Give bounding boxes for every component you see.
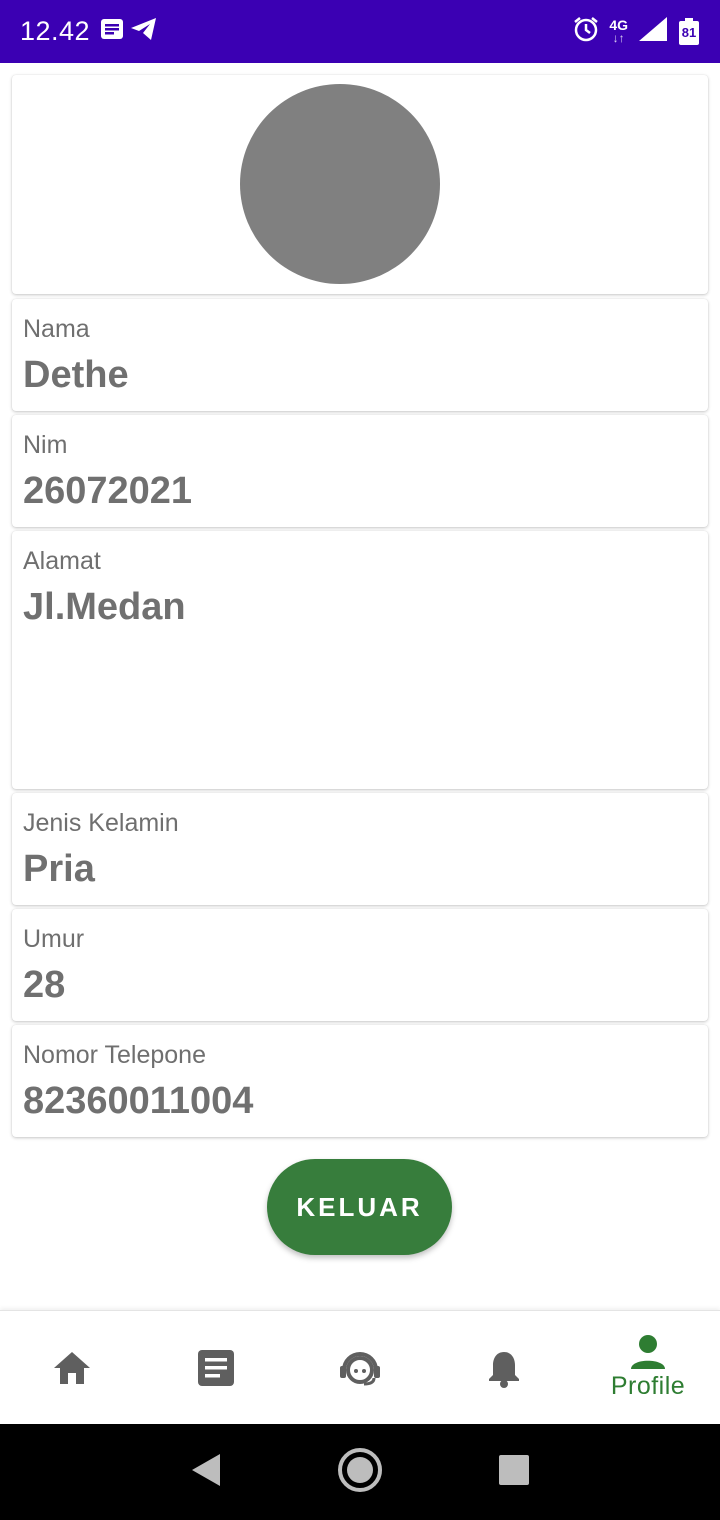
field-card-alamat: Alamat Jl.Medan: [12, 531, 708, 789]
field-value: Dethe: [23, 354, 129, 396]
nav-item-notifications[interactable]: [432, 1311, 576, 1424]
home-icon: [52, 1350, 92, 1386]
field-label: Nim: [23, 431, 68, 459]
system-navigation-bar: [0, 1424, 720, 1520]
notes-icon: [100, 18, 124, 45]
nav-item-label: Profile: [610, 1372, 686, 1400]
nav-item-profile[interactable]: Profile: [576, 1311, 720, 1424]
recents-icon[interactable]: [498, 1454, 530, 1491]
home-button-icon[interactable]: [337, 1447, 383, 1498]
field-value: 28: [23, 964, 66, 1006]
nav-item-article[interactable]: [144, 1311, 288, 1424]
bottom-navigation: Profile: [0, 1310, 720, 1424]
profile-content: Nama Dethe Nim 26072021 Alamat Jl.Medan …: [0, 63, 720, 1310]
avatar[interactable]: [240, 84, 440, 284]
field-label: Nama: [23, 315, 90, 343]
field-card-umur: Umur 28: [12, 909, 708, 1021]
field-card-nama: Nama Dethe: [12, 299, 708, 411]
status-time: 12.42: [20, 16, 91, 46]
signal-icon: [638, 16, 668, 47]
field-label: Alamat: [23, 547, 101, 575]
field-value: Jl.Medan: [23, 586, 186, 628]
avatar-card: [12, 75, 708, 294]
field-card-jenis-kelamin: Jenis Kelamin Pria: [12, 793, 708, 905]
back-icon[interactable]: [190, 1453, 222, 1492]
field-label: Nomor Telepone: [23, 1041, 206, 1069]
alarm-icon: [573, 16, 599, 47]
network-indicator: 4G ↓↑: [609, 16, 628, 45]
field-card-nomor-telepone: Nomor Telepone 82360011004: [12, 1025, 708, 1137]
field-label: Jenis Kelamin: [23, 809, 179, 837]
field-card-nim: Nim 26072021: [12, 415, 708, 527]
nav-item-support[interactable]: [288, 1311, 432, 1424]
field-value: 26072021: [23, 470, 193, 512]
nav-item-home[interactable]: [0, 1311, 144, 1424]
battery-icon: 81: [678, 17, 700, 46]
field-value: Pria: [23, 848, 95, 890]
notifications-icon: [486, 1348, 522, 1388]
field-value: 82360011004: [23, 1080, 254, 1122]
support-agent-icon: [338, 1348, 382, 1388]
telegram-icon: [130, 17, 158, 46]
person-icon: [630, 1334, 666, 1370]
status-bar: 12.42 4G ↓↑ 81: [0, 0, 720, 63]
field-label: Umur: [23, 925, 85, 953]
article-icon: [197, 1349, 235, 1387]
battery-level: 81: [681, 24, 697, 40]
logout-button[interactable]: KELUAR: [267, 1159, 452, 1255]
